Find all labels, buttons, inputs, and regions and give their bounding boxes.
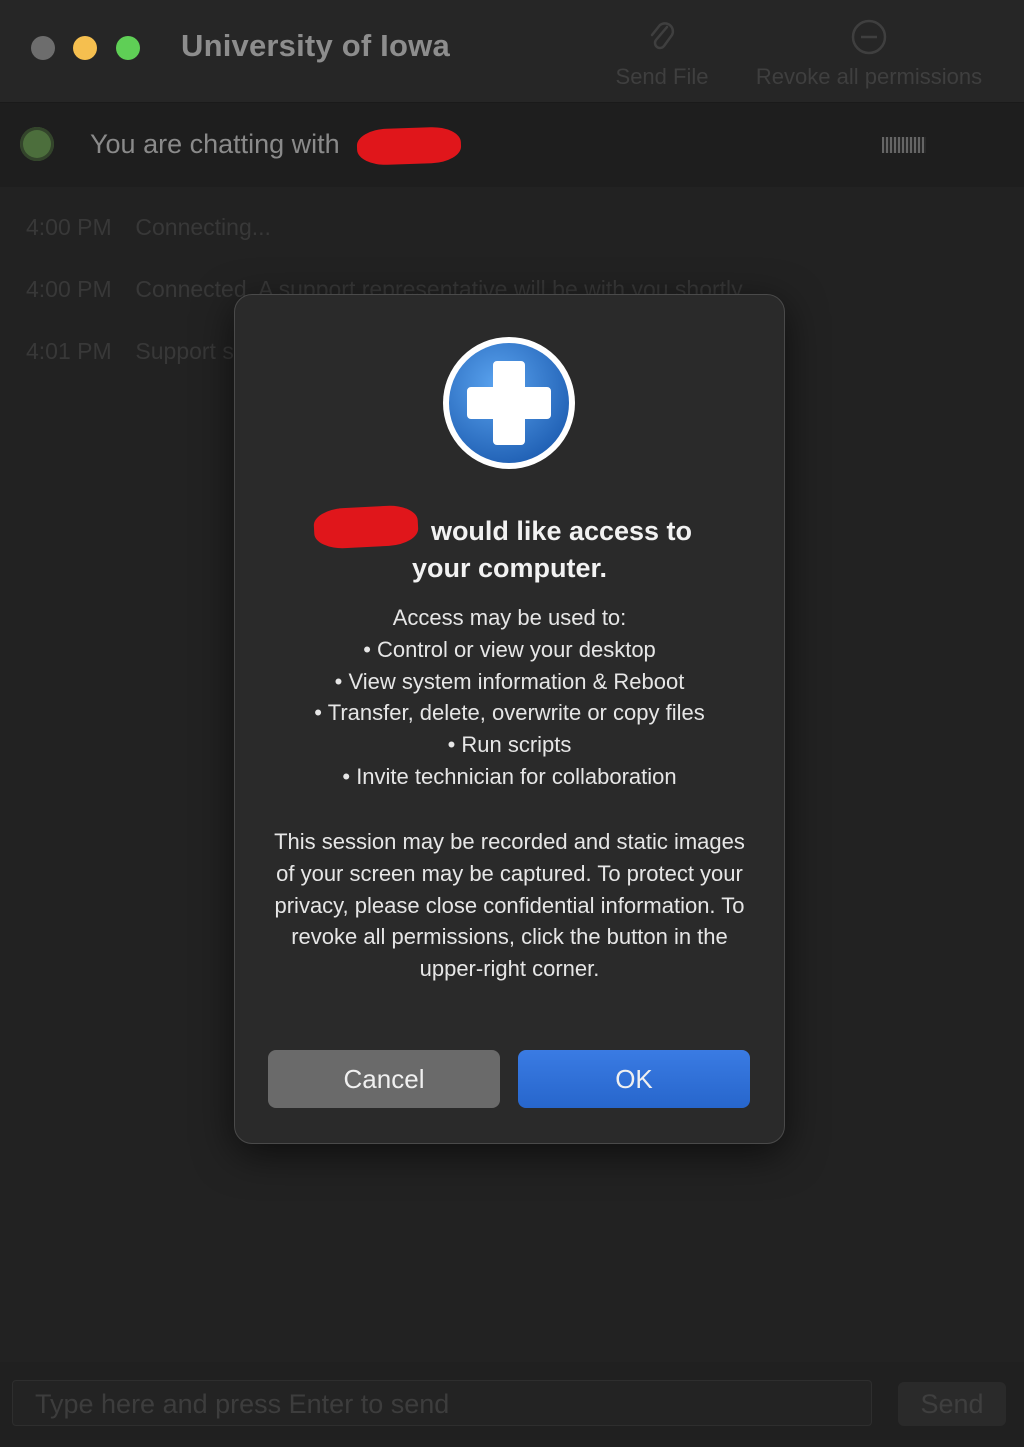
- privacy-notice: This session may be recorded and static …: [274, 829, 745, 982]
- paperclip-icon: [600, 18, 724, 56]
- chatting-with-text: You are chatting with: [90, 129, 340, 159]
- send-file-button[interactable]: Send File: [600, 18, 724, 90]
- access-intro: Access may be used to:: [392, 605, 627, 630]
- access-bullet: • Invite technician for collaboration: [342, 763, 677, 789]
- send-file-label: Send File: [615, 64, 709, 89]
- connection-status-indicator: [20, 127, 54, 161]
- redaction-mark: [356, 126, 462, 166]
- revoke-permissions-button[interactable]: Revoke all permissions: [738, 18, 1000, 90]
- maximize-window-button[interactable]: [116, 36, 140, 60]
- title-bar: University of Iowa Send File Revoke all …: [0, 0, 1024, 103]
- chat-status-bar: You are chatting with: [0, 103, 1024, 187]
- dialog-title-line2: your computer.: [411, 553, 608, 583]
- plus-cross-icon: [443, 337, 575, 469]
- cancel-button[interactable]: Cancel: [268, 1050, 500, 1108]
- revoke-permissions-label: Revoke all permissions: [755, 64, 983, 89]
- dialog-title-line1: would like access to: [430, 516, 693, 546]
- close-window-button[interactable]: [31, 36, 55, 60]
- message-input[interactable]: Type here and press Enter to send: [12, 1380, 872, 1426]
- company-logo: [882, 137, 926, 153]
- minimize-window-button[interactable]: [73, 36, 97, 60]
- minus-circle-icon: [738, 18, 1000, 56]
- ok-button[interactable]: OK: [518, 1050, 750, 1108]
- access-bullet: • Transfer, delete, overwrite or copy fi…: [314, 700, 705, 726]
- remote-support-window: University of Iowa Send File Revoke all …: [0, 0, 1024, 1447]
- access-bullet: • Run scripts: [447, 732, 572, 758]
- access-bullet: • Control or view your desktop: [363, 636, 656, 662]
- send-button[interactable]: Send: [898, 1382, 1006, 1426]
- access-bullet: • View system information & Reboot: [334, 668, 685, 694]
- redaction-mark: [313, 504, 419, 550]
- message-composer: Type here and press Enter to send Send: [0, 1362, 1024, 1447]
- window-title: University of Iowa: [181, 28, 450, 63]
- access-request-dialog: would like access to your computer. Acce…: [234, 294, 785, 1144]
- access-description: Access may be used to: • Control or view…: [255, 602, 764, 793]
